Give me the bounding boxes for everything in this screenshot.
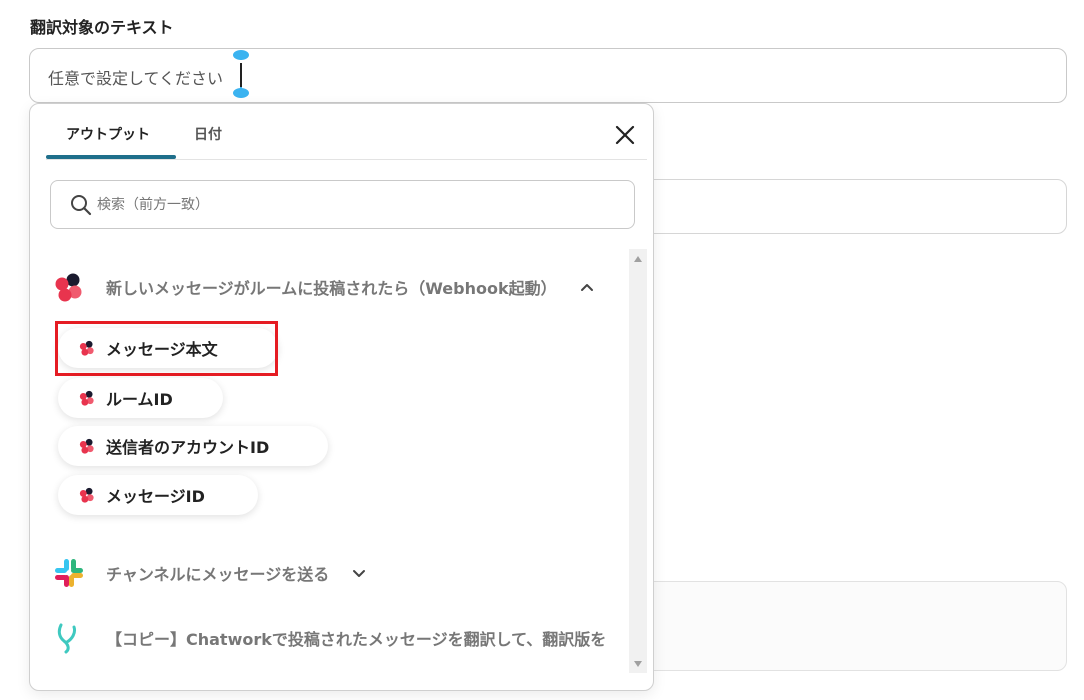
chevron-up-icon[interactable] [579, 279, 595, 295]
section-title: 新しいメッセージがルームに投稿されたら（Webhook起動） [106, 279, 557, 298]
scroll-down-icon[interactable] [632, 659, 644, 669]
tab-date[interactable]: 日付 [194, 124, 222, 144]
output-item-label: ルームID [106, 390, 173, 409]
search-box[interactable] [50, 180, 635, 229]
slack-icon [55, 559, 83, 587]
selection-handle-bottom-icon[interactable] [232, 87, 250, 101]
chatwork-icon [79, 487, 94, 503]
tab-divider [46, 159, 647, 160]
tab-output[interactable]: アウトプット [66, 124, 150, 144]
section-title: 【コピー】Chatworkで投稿されたメッセージを翻訳して、翻訳版を [106, 630, 607, 649]
output-picker-popup: アウトプット 日付 新しいメッセージがルームに投稿されたら（Webhook起動） [29, 103, 654, 691]
yoom-icon [57, 623, 76, 654]
section-title: チャンネルにメッセージを送る [106, 565, 330, 584]
field-label: 翻訳対象のテキスト [30, 18, 174, 37]
chatwork-icon [55, 273, 82, 302]
close-icon[interactable] [612, 122, 638, 148]
highlight-box [55, 321, 278, 376]
input-placeholder: 任意で設定してください [48, 69, 224, 88]
output-item-label: メッセージID [106, 487, 205, 506]
section-header-copy-flow[interactable]: 【コピー】Chatworkで投稿されたメッセージを翻訳して、翻訳版を [52, 621, 606, 655]
chatwork-icon [79, 438, 94, 454]
text-caret [240, 63, 242, 89]
background-field[interactable] [640, 179, 1067, 234]
output-item-label: 送信者のアカウントID [106, 438, 270, 457]
output-item-room-id[interactable]: ルームID [58, 378, 223, 418]
search-icon [71, 195, 92, 216]
scroll-up-icon[interactable] [632, 254, 644, 264]
output-item-sender-account-id[interactable]: 送信者のアカウントID [58, 426, 328, 466]
output-item-message-id[interactable]: メッセージID [58, 475, 258, 515]
translation-text-input[interactable]: 任意で設定してください [29, 48, 1067, 103]
section-header-slack[interactable]: チャンネルにメッセージを送る [52, 556, 367, 590]
selection-handle-top-icon[interactable] [232, 46, 250, 60]
search-input[interactable] [97, 181, 617, 228]
chatwork-icon [79, 390, 94, 406]
section-header-chatwork-trigger[interactable]: 新しいメッセージがルームに投稿されたら（Webhook起動） [52, 270, 595, 304]
background-field[interactable] [640, 581, 1067, 671]
chevron-down-icon[interactable] [351, 565, 367, 581]
scrollbar[interactable] [629, 249, 647, 673]
